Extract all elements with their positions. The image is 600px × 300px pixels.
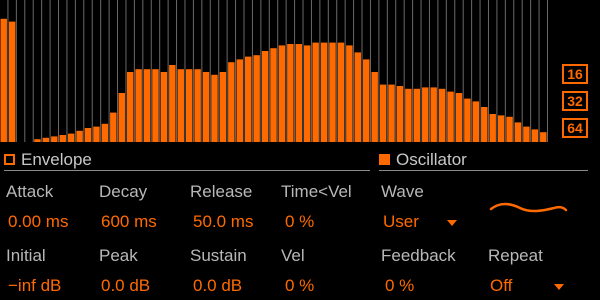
wave-bar[interactable] [481, 107, 488, 142]
wave-bar[interactable] [320, 42, 328, 142]
wave-bar[interactable] [405, 88, 412, 142]
length-32-button[interactable]: 32 [562, 91, 588, 111]
waveform-preview-icon [489, 202, 568, 213]
wave-label: Wave [381, 182, 424, 201]
wave-bar[interactable] [236, 59, 243, 142]
wave-bar[interactable] [430, 87, 437, 142]
wave-bar[interactable] [497, 115, 505, 142]
oscillator-section-icon [379, 154, 390, 165]
wave-bar[interactable] [76, 130, 83, 142]
wave-bar[interactable] [34, 139, 41, 142]
wave-bar[interactable] [379, 84, 387, 142]
wave-bar[interactable] [0, 18, 7, 142]
wave-bar[interactable] [346, 45, 353, 142]
decay-label: Decay [99, 182, 148, 201]
release-label: Release [190, 182, 253, 201]
vel-value[interactable]: 0 % [285, 276, 314, 296]
feedback-value[interactable]: 0 % [385, 276, 414, 296]
wave-select[interactable]: User [383, 212, 419, 232]
wave-bar[interactable] [185, 69, 193, 142]
wave-bar[interactable] [8, 21, 16, 143]
wave-bar[interactable] [447, 91, 454, 142]
attack-value[interactable]: 0.00 ms [8, 212, 68, 232]
oscillator-header: Oscillator [379, 149, 588, 171]
wave-bar[interactable] [143, 69, 151, 142]
sustain-value[interactable]: 0.0 dB [193, 276, 242, 296]
wave-bar[interactable] [42, 137, 50, 142]
wave-bar[interactable] [101, 123, 109, 142]
repeat-dropdown-icon[interactable] [554, 284, 564, 290]
length-64-button[interactable]: 64 [562, 118, 588, 138]
repeat-select[interactable]: Off [490, 276, 512, 296]
wave-bar[interactable] [540, 132, 547, 142]
wave-bar[interactable] [287, 44, 294, 142]
peak-value[interactable]: 0.0 dB [101, 276, 150, 296]
vel-label: Vel [281, 246, 305, 265]
wave-bar[interactable] [354, 52, 362, 142]
wave-bar[interactable] [329, 42, 336, 142]
feedback-label: Feedback [381, 246, 456, 265]
envelope-title: Envelope [21, 149, 92, 169]
wave-bar[interactable] [160, 72, 168, 142]
wave-bar[interactable] [304, 45, 311, 142]
initial-label: Initial [6, 246, 46, 265]
wave-bar[interactable] [337, 42, 345, 142]
length-16-button[interactable]: 16 [562, 64, 588, 84]
wave-bar[interactable] [59, 135, 66, 142]
attack-label: Attack [6, 182, 54, 201]
wave-bar[interactable] [278, 45, 286, 142]
wave-bar[interactable] [152, 69, 159, 142]
wave-bar[interactable] [523, 126, 530, 142]
wave-bar[interactable] [51, 136, 58, 142]
wave-bar[interactable] [194, 69, 201, 142]
wave-bar[interactable] [126, 72, 134, 142]
release-value[interactable]: 50.0 ms [193, 212, 253, 232]
wave-bar[interactable] [202, 72, 210, 142]
wave-bar[interactable] [464, 98, 471, 142]
wave-bar[interactable] [244, 56, 252, 142]
envelope-section-icon [4, 154, 15, 165]
sustain-label: Sustain [190, 246, 247, 265]
wave-bar[interactable] [438, 88, 446, 142]
wave-bar[interactable] [93, 126, 100, 142]
peak-label: Peak [99, 246, 138, 265]
wave-bar[interactable] [253, 55, 260, 143]
wave-bar[interactable] [169, 65, 176, 142]
wave-bar[interactable] [422, 87, 429, 142]
wave-bar[interactable] [295, 44, 303, 142]
wave-bar[interactable] [363, 59, 370, 142]
wave-bar[interactable] [396, 86, 404, 142]
wave-bar[interactable] [177, 69, 184, 142]
wave-bar[interactable] [228, 62, 235, 143]
wave-bar[interactable] [84, 128, 92, 142]
wave-bar[interactable] [413, 88, 421, 142]
wave-bar[interactable] [211, 74, 218, 142]
time-vel-value[interactable]: 0 % [285, 212, 314, 232]
time-vel-label: Time<Vel [281, 182, 352, 201]
wave-bar[interactable] [472, 101, 480, 142]
oscillator-title: Oscillator [396, 149, 467, 169]
wave-bar[interactable] [506, 116, 513, 142]
wave-bar[interactable] [261, 51, 269, 142]
wave-bar[interactable] [312, 42, 319, 142]
wave-bar[interactable] [514, 122, 522, 142]
wave-bar[interactable] [110, 112, 117, 142]
wave-bar[interactable] [118, 93, 125, 142]
decay-value[interactable]: 600 ms [101, 212, 157, 232]
wave-bar[interactable] [67, 133, 75, 142]
wave-bar[interactable] [219, 72, 227, 142]
wave-dropdown-icon[interactable] [447, 220, 457, 226]
wave-bar[interactable] [371, 72, 378, 142]
wave-bar[interactable] [270, 48, 277, 143]
envelope-header: Envelope [4, 149, 370, 171]
repeat-label: Repeat [488, 246, 543, 265]
wavetable-editor[interactable] [0, 0, 548, 145]
wave-bar[interactable] [531, 129, 539, 142]
wave-bar[interactable] [135, 69, 142, 142]
wave-bar[interactable] [489, 114, 496, 142]
wave-bar[interactable] [455, 93, 463, 142]
initial-value[interactable]: −inf dB [8, 276, 61, 296]
wave-bar[interactable] [388, 84, 395, 142]
